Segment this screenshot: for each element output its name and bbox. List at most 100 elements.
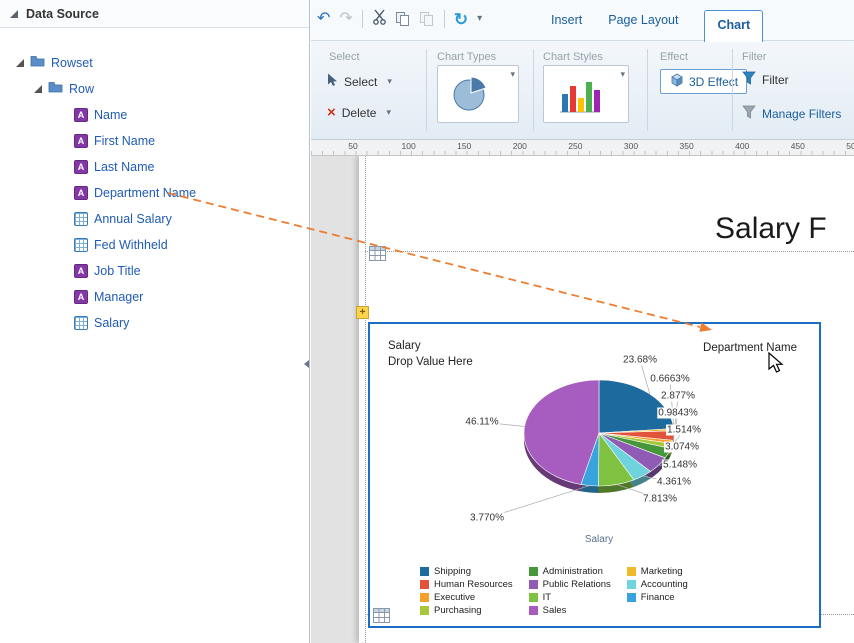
chart-series-label[interactable]: Department Name [703,342,797,354]
ruler-tick: 450 [791,141,805,151]
chart-legend: ShippingHuman ResourcesExecutivePurchasi… [420,566,688,616]
preview-refresh-icon[interactable]: ↻ [454,11,468,28]
legend-swatch [627,580,636,589]
tree-item-name[interactable]: A Name [0,102,309,128]
group-title-filter: Filter [742,51,766,63]
number-field-icon [74,212,88,226]
chevron-down-icon[interactable]: ▾ [387,76,392,87]
design-canvas[interactable]: Salary F + Salary Drop Value Here Depart… [311,156,854,643]
tree-item-label: Rowset [51,56,93,70]
tree-item-department-name[interactable]: A Department Name [0,180,309,206]
legend-label: Administration [543,566,603,577]
chart-move-handle[interactable]: + [356,306,369,319]
tree-item-label: First Name [94,134,155,148]
ribbon: Select Select ▾ × Delete ▾ Chart Types ▾… [311,40,854,140]
pie-percent-label: 46.11% [464,417,499,428]
chart-type-chooser[interactable]: ▾ [437,65,519,123]
filter-button[interactable]: Filter [742,71,789,88]
redo-icon[interactable]: ↷ [339,11,352,27]
funnel-icon [742,105,756,122]
cube-icon [669,73,683,90]
page-margin-guide [365,156,366,643]
toolbar-divider [362,10,363,28]
legend-item: Shipping [420,566,513,577]
chevron-down-icon[interactable]: ▾ [620,69,625,80]
copy-icon[interactable] [396,12,411,27]
toolbar-divider [444,10,445,28]
panel-collapse-icon[interactable] [10,10,18,18]
tree-item-salary[interactable]: Salary [0,310,309,336]
legend-label: Accounting [641,579,688,590]
tree-item-label: Fed Withheld [94,238,168,252]
tree-item-first-name[interactable]: A First Name [0,128,309,154]
tree-item-label: Name [94,108,127,122]
tree-item-rowset[interactable]: Rowset [0,50,309,76]
pie-percent-label: 2.877% [660,391,696,402]
pie-percent-label: 7.813% [642,494,678,505]
pie-chart-icon [450,74,490,119]
data-source-panel: Data Source Rowset Row A Name A First Na… [0,0,310,643]
tree-item-last-name[interactable]: A Last Name [0,154,309,180]
chart-style-chooser[interactable]: ▾ [543,65,629,123]
3d-effect-button[interactable]: 3D Effect [660,69,747,94]
manage-filters-button[interactable]: Manage Filters [742,105,841,122]
tree-item-fed-withheld[interactable]: Fed Withheld [0,232,309,258]
legend-swatch [529,593,538,602]
tree-item-label: Annual Salary [94,212,172,226]
chevron-down-icon[interactable]: ▾ [510,69,515,80]
legend-swatch [529,580,538,589]
legend-item: Accounting [627,579,688,590]
delete-button[interactable]: × Delete ▾ [327,105,391,120]
legend-label: Marketing [641,566,683,577]
legend-swatch [420,606,429,615]
delete-x-icon: × [327,105,336,120]
chart-value-label[interactable]: Salary Drop Value Here [388,338,473,370]
text-field-icon: A [74,160,88,174]
legend-swatch [627,567,636,576]
pie-percent-label: 0.9843% [657,408,698,419]
report-title-text[interactable]: Salary F [715,212,827,246]
tab-chart[interactable]: Chart [704,10,763,42]
tree-item-manager[interactable]: A Manager [0,284,309,310]
tree-item-job-title[interactable]: A Job Title [0,258,309,284]
expand-triangle-icon[interactable] [34,85,42,93]
legend-label: Shipping [434,566,471,577]
tree-item-row[interactable]: Row [0,76,309,102]
legend-label: IT [543,592,551,603]
group-divider [732,49,733,131]
paste-icon[interactable] [420,12,435,27]
horizontal-ruler: 50100150200250300350400450500 [311,140,854,156]
group-divider [426,49,427,131]
undo-icon[interactable]: ↶ [317,11,330,27]
legend-swatch [627,593,636,602]
tree-item-label: Salary [94,316,129,330]
cut-icon[interactable] [372,9,387,30]
ruler-tick: 300 [624,141,638,151]
pie-percent-label: 23.68% [622,355,658,366]
legend-label: Sales [543,605,567,616]
panel-splitter-collapse-arrow[interactable] [304,360,309,368]
ruler-tick: 400 [735,141,749,151]
bar-chart-icon [558,76,602,119]
tab-insert[interactable]: Insert [551,13,582,27]
expand-triangle-icon[interactable] [16,59,24,67]
chevron-down-icon[interactable]: ▾ [386,107,391,118]
group-divider [647,49,648,131]
table-icon[interactable] [373,608,390,623]
tree-item-annual-salary[interactable]: Annual Salary [0,206,309,232]
tree-item-label: Department Name [94,186,196,200]
tab-page-layout[interactable]: Page Layout [608,13,678,27]
legend-item: Administration [529,566,611,577]
ruler-tick: 350 [680,141,694,151]
table-icon[interactable] [369,246,386,261]
group-title-chart-styles: Chart Styles [543,51,603,63]
tree-item-label: Last Name [94,160,154,174]
legend-swatch [529,606,538,615]
legend-item: Human Resources [420,579,513,590]
legend-item: Sales [529,605,611,616]
chevron-down-icon[interactable]: ▾ [477,14,482,24]
chart-object[interactable]: Salary Drop Value Here Department Name 2… [368,322,821,628]
group-title-chart-types: Chart Types [437,51,496,63]
select-button[interactable]: Select ▾ [327,73,392,90]
group-title-effect: Effect [660,51,688,63]
